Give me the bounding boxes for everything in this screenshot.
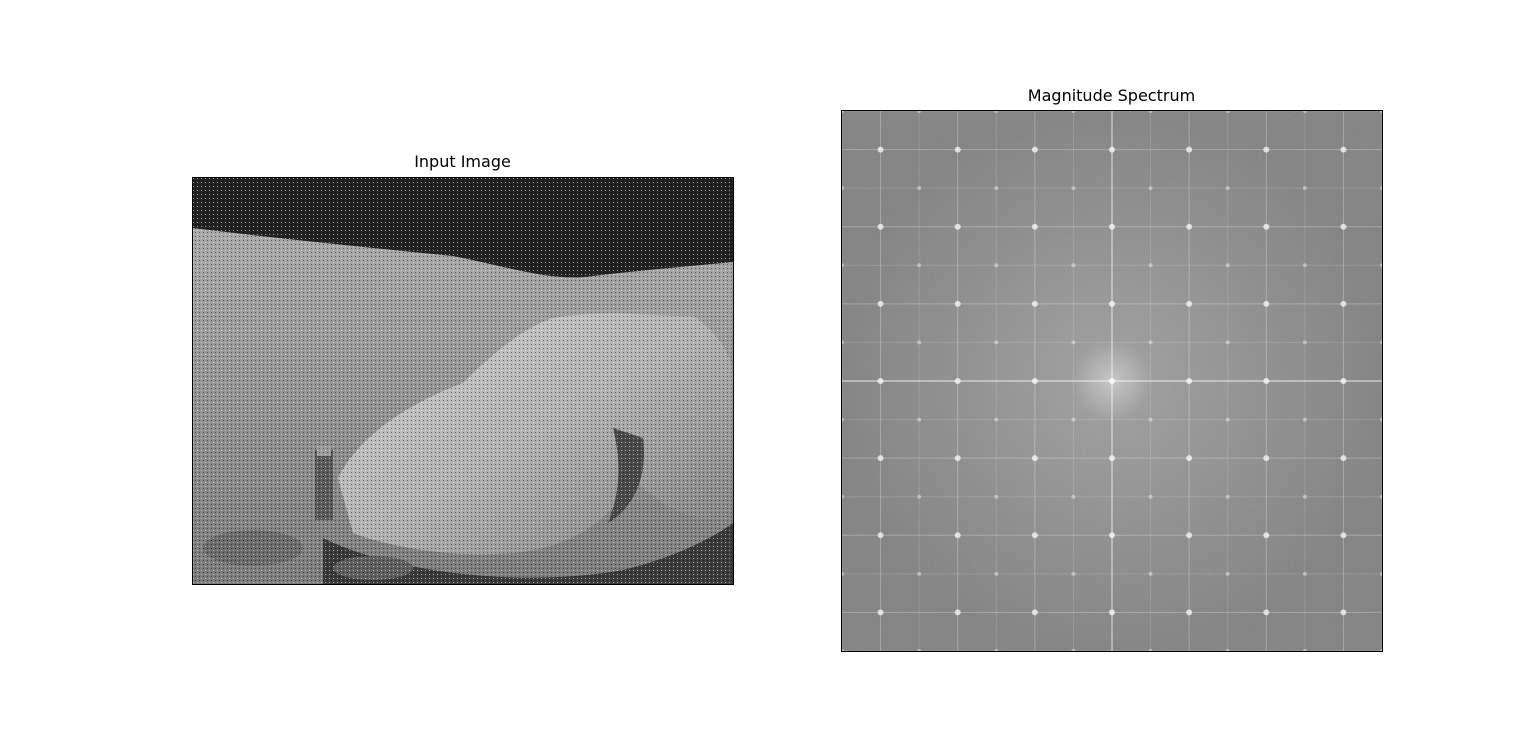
spectrum-peak <box>1109 609 1115 616</box>
spectrum-peak <box>1302 186 1307 191</box>
spectrum-peak <box>917 340 922 345</box>
spectrum-peak <box>877 609 884 616</box>
spectrum-peak <box>1109 146 1115 153</box>
spectrum-peak <box>1148 340 1153 345</box>
spectrum-peak <box>1031 532 1038 539</box>
spectrum-peak <box>994 417 999 422</box>
spectrum-peak <box>1340 455 1347 462</box>
spectrum-peak <box>1302 494 1307 499</box>
spectrum-peak <box>1071 263 1076 268</box>
magnitude-spectrum-panel <box>841 110 1383 652</box>
spectrum-peak <box>1148 571 1153 576</box>
spectrum-peak <box>1071 494 1076 499</box>
spectrum-peak <box>954 455 961 462</box>
spectrum-peak <box>1186 223 1193 230</box>
spectrum-peak <box>994 263 999 268</box>
spectrum-peak <box>1225 417 1230 422</box>
spectrum-peak <box>994 340 999 345</box>
spectrum-peak <box>1225 494 1230 499</box>
spectrum-peak <box>1340 223 1347 230</box>
spectrum-peak <box>1186 455 1193 462</box>
spectrum-peak <box>954 223 961 230</box>
spectrum-peak <box>1340 300 1347 307</box>
spectrum-peak <box>1263 609 1270 616</box>
spectrum-peak <box>1340 609 1347 616</box>
spectrum-peak <box>1031 378 1038 384</box>
spectrum-peak <box>1148 263 1153 268</box>
spectrum-peak <box>917 263 922 268</box>
spectrum-peak <box>994 571 999 576</box>
spectrum-peak <box>1186 609 1193 616</box>
spectrum-peak <box>1109 455 1115 462</box>
spectrum-peak <box>1225 571 1230 576</box>
spectrum-peak <box>1109 300 1115 307</box>
spectrum-peak <box>1225 186 1230 191</box>
spectrum-peak <box>994 494 999 499</box>
spectrum-peak <box>1302 263 1307 268</box>
spectrum-peak <box>1340 532 1347 539</box>
spectrum-peak <box>1031 609 1038 616</box>
spectrum-peak <box>877 378 884 384</box>
spectrum-peak <box>954 609 961 616</box>
spectrum-peak <box>877 223 884 230</box>
input-image-panel <box>192 177 734 585</box>
spectrum-peak <box>1302 417 1307 422</box>
spectrum-peak <box>1340 146 1347 153</box>
spectrum-peak <box>1031 223 1038 230</box>
spectrum-peak <box>1302 340 1307 345</box>
spectrum-peak <box>877 455 884 462</box>
spectrum-peak <box>1031 300 1038 307</box>
spectrum-peak <box>1071 571 1076 576</box>
spectrum-peak <box>1263 300 1270 307</box>
spectrum-peak <box>917 494 922 499</box>
spectrum-peak <box>877 300 884 307</box>
spectrum-peak <box>1263 146 1270 153</box>
spectrum-peak <box>954 300 961 307</box>
spectrum-peak <box>1225 263 1230 268</box>
spectrum-peak <box>1186 532 1193 539</box>
spectrum-peak <box>1148 186 1153 191</box>
input-image <box>193 178 733 584</box>
spectrum-peak <box>994 186 999 191</box>
input-image-title: Input Image <box>414 152 511 171</box>
spectrum-peak <box>1186 300 1193 307</box>
spectrum-peak <box>877 146 884 153</box>
magnitude-spectrum-title: Magnitude Spectrum <box>1027 86 1196 105</box>
spectrum-peak <box>917 571 922 576</box>
spectrum-peak <box>1109 223 1115 230</box>
spectrum-peak <box>1340 378 1347 384</box>
spectrum-peak <box>1148 417 1153 422</box>
spectrum-peak <box>1186 378 1193 384</box>
spectrum-peak <box>1263 532 1270 539</box>
spectrum-peak <box>917 186 922 191</box>
spectrum-peak <box>1263 378 1270 384</box>
spectrum-peak <box>1302 571 1307 576</box>
spectrum-peak <box>954 146 961 153</box>
spectrum-peak <box>1031 146 1038 153</box>
spectrum-peak <box>1263 223 1270 230</box>
spectrum-peak <box>1225 340 1230 345</box>
spectrum-peak <box>877 532 884 539</box>
magnitude-spectrum-image <box>842 111 1382 651</box>
spectrum-peak <box>1148 494 1153 499</box>
spectrum-peak <box>1109 532 1115 539</box>
spectrum-peak <box>1071 340 1076 345</box>
spectrum-peak <box>1109 378 1115 384</box>
spectrum-peak <box>917 417 922 422</box>
spectrum-peak <box>1263 455 1270 462</box>
spectrum-peak <box>1031 455 1038 462</box>
spectrum-peak <box>1071 186 1076 191</box>
spectrum-peak <box>1071 417 1076 422</box>
spectrum-peak <box>954 532 961 539</box>
spectrum-peak <box>1186 146 1193 153</box>
spectrum-peak <box>954 378 961 384</box>
